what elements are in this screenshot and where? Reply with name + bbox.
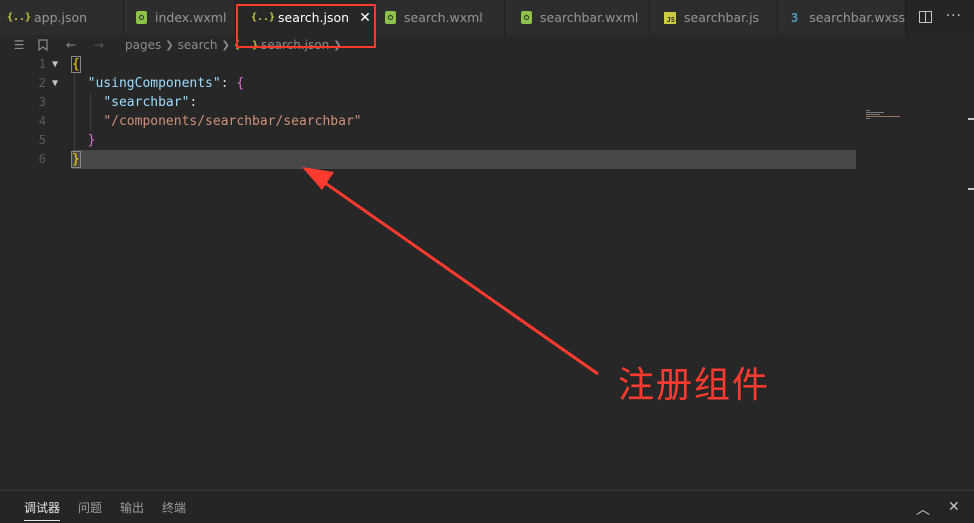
code-line: 5 } xyxy=(0,131,860,150)
tab-search-wxml[interactable]: search.wxml xyxy=(375,0,505,35)
json-braces-icon: {..} xyxy=(6,12,32,23)
open-brace: { xyxy=(71,56,81,73)
tab-label: searchbar.wxml xyxy=(540,10,639,25)
open-brace: { xyxy=(236,76,245,91)
wxml-file-icon xyxy=(521,11,532,24)
breadcrumb-item[interactable]: search xyxy=(178,38,218,52)
bottom-panel: 调试器 问题 输出 终端 ︿ ✕ xyxy=(0,490,974,523)
tab-searchbar-wxml[interactable]: searchbar.wxml xyxy=(505,0,650,35)
vertical-scrollbar[interactable] xyxy=(966,110,974,523)
code-line: 4 "/components/searchbar/searchbar" xyxy=(0,112,860,131)
code-line: 6 } xyxy=(0,150,860,169)
json-string-value: "/components/searchbar/searchbar" xyxy=(103,114,362,129)
wxml-file-icon xyxy=(385,11,396,24)
tab-app-json[interactable]: {..} app.json xyxy=(0,0,124,35)
chevron-right-icon: ❯ xyxy=(165,39,174,51)
annotation-text: 注册组件 xyxy=(618,365,771,406)
arrow-left-icon[interactable]: ← xyxy=(63,37,79,53)
chevron-right-icon: ❯ xyxy=(221,39,230,51)
json-key: "searchbar" xyxy=(103,95,190,110)
wxml-file-icon xyxy=(136,11,147,24)
minimap[interactable] xyxy=(866,110,906,124)
fold-chevron-down-icon[interactable]: ▼ xyxy=(52,74,58,93)
close-brace: } xyxy=(87,133,96,148)
close-brace: } xyxy=(71,151,81,168)
tab-label: index.wxml xyxy=(155,10,227,25)
line-number: 6 xyxy=(38,152,46,166)
tab-searchbar-wxss[interactable]: 3 searchbar.wxss xyxy=(778,0,906,35)
breadcrumb-item[interactable]: pages xyxy=(125,38,161,52)
code-line: 3 "searchbar": xyxy=(0,93,860,112)
line-number: 3 xyxy=(38,95,46,109)
list-icon[interactable]: ☰ xyxy=(11,37,27,53)
tab-label: app.json xyxy=(34,10,88,25)
breadcrumb-bar: ☰ ← → pages ❯ search ❯ {..} search.json … xyxy=(0,35,974,55)
line-number: 4 xyxy=(38,114,46,128)
css-file-icon: 3 xyxy=(791,10,799,25)
js-file-icon: JS xyxy=(664,11,676,24)
fold-chevron-down-icon[interactable]: ▼ xyxy=(52,55,58,74)
json-key: "usingComponents" xyxy=(87,76,221,91)
tab-label: searchbar.wxss xyxy=(809,10,905,25)
tab-searchbar-js[interactable]: JS searchbar.js xyxy=(650,0,778,35)
bookmark-icon[interactable] xyxy=(35,37,51,53)
chevron-up-icon[interactable]: ︿ xyxy=(916,499,930,519)
line-number: 5 xyxy=(38,133,46,147)
annotation-highlight-box xyxy=(236,4,376,48)
json-colon: : xyxy=(189,95,198,110)
tab-label: search.wxml xyxy=(404,10,483,25)
more-actions-icon[interactable]: ··· xyxy=(946,8,962,24)
split-editor-icon[interactable] xyxy=(919,11,932,23)
json-colon: : xyxy=(220,76,237,91)
code-editor[interactable]: 1 ▼ { 2 ▼ "usingComponents": { 3 "search… xyxy=(0,55,974,490)
code-line: 1 ▼ { xyxy=(0,55,860,74)
tab-index-wxml[interactable]: index.wxml xyxy=(124,0,236,35)
close-panel-icon[interactable]: ✕ xyxy=(948,499,960,515)
tab-label: searchbar.js xyxy=(684,10,760,25)
panel-tab-terminal[interactable]: 终端 xyxy=(162,491,186,523)
code-line: 2 ▼ "usingComponents": { xyxy=(0,74,860,93)
panel-tab-problems[interactable]: 问题 xyxy=(78,491,102,523)
editor-tab-bar: {..} app.json index.wxml {..} search.jso… xyxy=(0,0,974,35)
panel-tab-output[interactable]: 输出 xyxy=(120,491,144,523)
line-number: 1 xyxy=(38,57,46,71)
line-number: 2 xyxy=(38,76,46,90)
panel-tab-debugger[interactable]: 调试器 xyxy=(24,491,61,523)
arrow-right-icon[interactable]: → xyxy=(91,37,107,53)
